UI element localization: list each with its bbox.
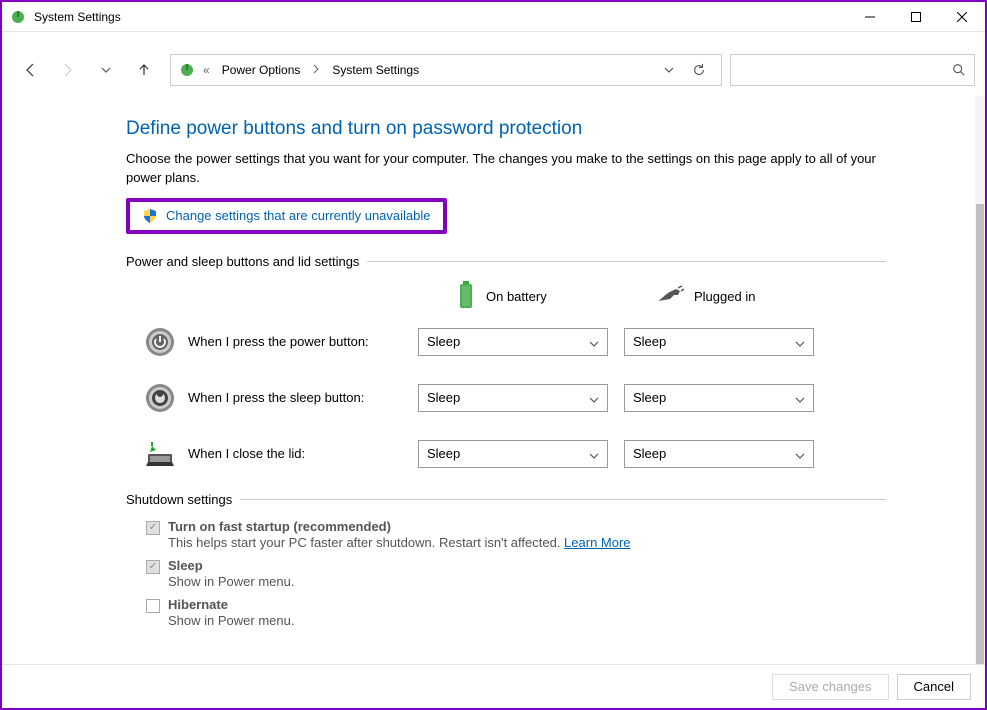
checkbox-fast-startup[interactable]: ✓ (146, 521, 160, 535)
sleep-button-icon (142, 380, 178, 416)
check-desc-text: This helps start your PC faster after sh… (168, 535, 560, 550)
chevron-down-icon (795, 393, 805, 403)
chevron-down-icon (795, 449, 805, 459)
section-shutdown: Shutdown settings ✓ Turn on fast startup… (126, 492, 886, 628)
scrollbar-thumb[interactable] (976, 204, 984, 664)
page-description: Choose the power settings that you want … (126, 150, 886, 188)
change-settings-highlight: Change settings that are currently unava… (126, 198, 447, 234)
check-desc: Show in Power menu. (168, 613, 294, 628)
titlebar-left: System Settings (10, 9, 121, 25)
column-plugged: Plugged in (656, 285, 856, 308)
column-battery-label: On battery (486, 289, 547, 304)
dropdown-value: Sleep (427, 446, 460, 461)
divider (240, 499, 886, 500)
dropdown-value: Sleep (633, 334, 666, 349)
section-power-sleep: Power and sleep buttons and lid settings… (126, 254, 886, 472)
plug-icon (656, 285, 684, 308)
setting-label: When I press the sleep button: (178, 390, 418, 405)
search-icon (952, 63, 966, 77)
check-label: Sleep (168, 558, 294, 573)
chevron-down-icon (795, 337, 805, 347)
breadcrumb-dropdown-button[interactable] (659, 60, 679, 80)
footer: Save changes Cancel (2, 664, 985, 708)
toolbar: « Power Options System Settings (2, 32, 985, 96)
breadcrumb-app-icon (179, 62, 195, 78)
sleep-button-battery-dropdown[interactable]: Sleep (418, 384, 608, 412)
titlebar: System Settings (2, 2, 985, 32)
page-heading: Define power buttons and turn on passwor… (126, 118, 886, 140)
check-item-sleep: ✓ Sleep Show in Power menu. (146, 558, 886, 589)
setting-label: When I press the power button: (178, 334, 418, 349)
laptop-lid-icon (142, 436, 178, 472)
window-controls (847, 2, 985, 32)
checkbox-sleep[interactable]: ✓ (146, 560, 160, 574)
back-button[interactable] (20, 58, 40, 82)
nav-arrows (20, 58, 162, 82)
check-item-fast-startup: ✓ Turn on fast startup (recommended) Thi… (146, 519, 886, 550)
chevron-down-icon (589, 337, 599, 347)
setting-row-lid: When I close the lid: Sleep Sleep (126, 436, 886, 472)
breadcrumb-prefix: « (201, 63, 212, 77)
search-box[interactable] (730, 54, 975, 86)
power-button-battery-dropdown[interactable]: Sleep (418, 328, 608, 356)
chevron-right-icon (310, 63, 322, 77)
breadcrumb-item-power-options[interactable]: Power Options (218, 63, 305, 77)
forward-button[interactable] (58, 58, 78, 82)
close-button[interactable] (939, 2, 985, 32)
power-button-icon (142, 324, 178, 360)
column-headers: On battery Plugged in (126, 281, 886, 312)
lid-plugged-dropdown[interactable]: Sleep (624, 440, 814, 468)
dropdown-value: Sleep (633, 446, 666, 461)
check-label: Turn on fast startup (recommended) (168, 519, 631, 534)
window-title: System Settings (34, 10, 121, 24)
refresh-button[interactable] (689, 60, 709, 80)
breadcrumb-item-system-settings[interactable]: System Settings (328, 63, 423, 77)
lid-battery-dropdown[interactable]: Sleep (418, 440, 608, 468)
scrollbar-track[interactable] (975, 96, 985, 664)
chevron-down-icon (589, 393, 599, 403)
maximize-button[interactable] (893, 2, 939, 32)
check-desc: Show in Power menu. (168, 574, 294, 589)
up-button[interactable] (134, 58, 154, 82)
recent-dropdown-button[interactable] (96, 58, 116, 82)
chevron-down-icon (589, 449, 599, 459)
learn-more-link[interactable]: Learn More (564, 535, 630, 550)
setting-row-sleep-button: When I press the sleep button: Sleep Sle… (126, 380, 886, 416)
column-battery: On battery (456, 281, 656, 312)
app-icon (10, 9, 26, 25)
battery-icon (456, 281, 476, 312)
shield-icon (142, 208, 158, 224)
minimize-button[interactable] (847, 2, 893, 32)
check-desc: This helps start your PC faster after sh… (168, 535, 631, 550)
window: System Settings (0, 0, 987, 710)
divider (367, 261, 886, 262)
dropdown-value: Sleep (427, 334, 460, 349)
change-settings-link[interactable]: Change settings that are currently unava… (166, 208, 431, 223)
content-scroll[interactable]: Define power buttons and turn on passwor… (2, 96, 985, 664)
setting-row-power-button: When I press the power button: Sleep Sle… (126, 324, 886, 360)
sleep-button-plugged-dropdown[interactable]: Sleep (624, 384, 814, 412)
check-label: Hibernate (168, 597, 294, 612)
setting-label: When I close the lid: (178, 446, 418, 461)
dropdown-value: Sleep (633, 390, 666, 405)
content-area: Define power buttons and turn on passwor… (2, 96, 985, 664)
power-button-plugged-dropdown[interactable]: Sleep (624, 328, 814, 356)
checkbox-hibernate[interactable] (146, 599, 160, 613)
cancel-button[interactable]: Cancel (897, 674, 971, 700)
section-title-shutdown: Shutdown settings (126, 492, 232, 507)
check-item-hibernate: Hibernate Show in Power menu. (146, 597, 886, 628)
save-changes-button[interactable]: Save changes (772, 674, 888, 700)
breadcrumb-bar[interactable]: « Power Options System Settings (170, 54, 722, 86)
column-plugged-label: Plugged in (694, 289, 755, 304)
section-title-power: Power and sleep buttons and lid settings (126, 254, 359, 269)
dropdown-value: Sleep (427, 390, 460, 405)
